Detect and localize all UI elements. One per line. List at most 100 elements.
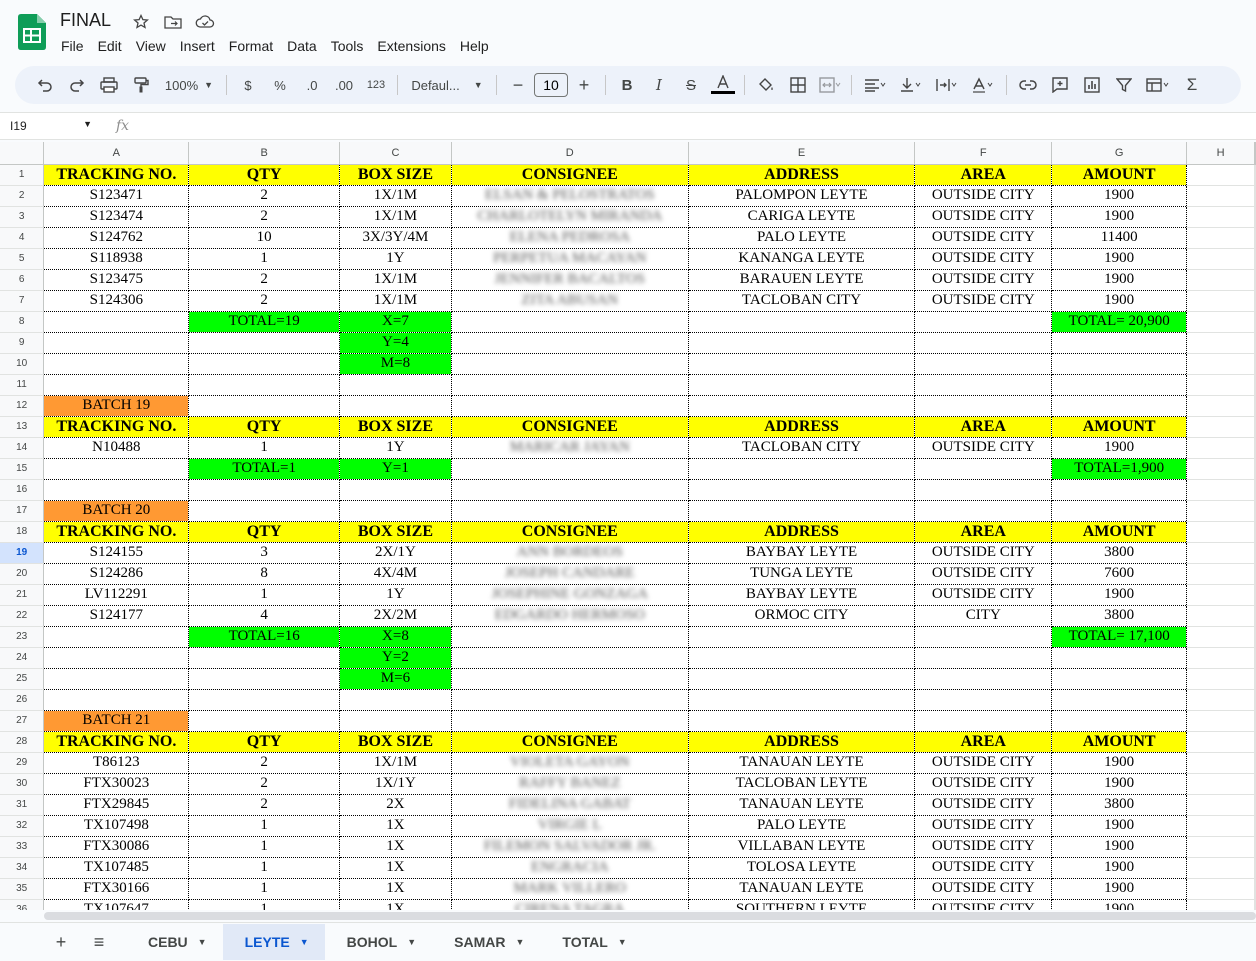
cell[interactable]: MARK VILLERO <box>451 878 689 900</box>
cell[interactable]: TUNGA LEYTE <box>688 563 916 585</box>
cell[interactable]: TRACKING NO. <box>43 416 190 438</box>
cell[interactable]: PALO LEYTE <box>688 815 916 837</box>
cell[interactable]: 1900 <box>1051 836 1188 858</box>
cell[interactable]: M=6 <box>339 668 452 690</box>
row-header[interactable]: 30 <box>0 773 45 795</box>
cell[interactable] <box>914 668 1053 690</box>
cell[interactable]: 2 <box>188 773 340 795</box>
row-header[interactable]: 3 <box>0 206 45 228</box>
horizontal-align-icon[interactable] <box>857 71 893 99</box>
cell[interactable]: 2X <box>339 794 452 816</box>
cell[interactable] <box>1186 647 1255 669</box>
font-size-decrease-button[interactable]: − <box>502 71 534 99</box>
cell[interactable] <box>1186 164 1255 186</box>
cell[interactable] <box>1186 542 1255 564</box>
cell[interactable] <box>1254 794 1256 816</box>
cell[interactable]: 1 <box>188 857 340 879</box>
cell[interactable]: 3800 <box>1051 605 1188 627</box>
row-header[interactable]: 2 <box>0 185 45 207</box>
cell[interactable] <box>339 689 452 711</box>
cell[interactable] <box>188 332 340 354</box>
row-header[interactable]: 12 <box>0 395 45 417</box>
cell[interactable]: 2X/1Y <box>339 542 452 564</box>
cell[interactable]: MARICAR JAYAN <box>451 437 689 459</box>
cell[interactable]: 10 <box>188 227 340 249</box>
cell[interactable]: KANANGA LEYTE <box>688 248 916 270</box>
cell[interactable]: 3800 <box>1051 794 1188 816</box>
cell[interactable]: 1X <box>339 836 452 858</box>
cell[interactable] <box>1254 248 1256 270</box>
cell[interactable] <box>339 710 452 732</box>
row-header[interactable]: 21 <box>0 584 45 606</box>
cell[interactable]: S124762 <box>43 227 190 249</box>
cell[interactable] <box>188 689 340 711</box>
cell[interactable]: S123474 <box>43 206 190 228</box>
cell[interactable] <box>1254 731 1256 753</box>
chevron-down-icon[interactable]: ▼ <box>407 937 416 947</box>
row-header[interactable]: 13 <box>0 416 45 438</box>
star-icon[interactable] <box>130 11 152 33</box>
cell[interactable]: TACLOBAN CITY <box>688 290 916 312</box>
cell[interactable]: X=8 <box>339 626 452 648</box>
cell[interactable] <box>1186 290 1255 312</box>
cell[interactable]: CONSIGNEE <box>451 164 689 186</box>
cell[interactable]: OUTSIDE CITY <box>914 437 1053 459</box>
cell[interactable] <box>451 668 689 690</box>
cell[interactable]: OUTSIDE CITY <box>914 290 1053 312</box>
chevron-down-icon[interactable]: ▼ <box>618 937 627 947</box>
row-header[interactable]: 10 <box>0 353 45 375</box>
bold-icon[interactable]: B <box>611 71 643 99</box>
cell[interactable] <box>1186 626 1255 648</box>
cell[interactable] <box>914 311 1053 333</box>
cell[interactable] <box>1186 395 1255 417</box>
cell[interactable] <box>1186 584 1255 606</box>
cell[interactable] <box>43 626 190 648</box>
cell[interactable]: ADDRESS <box>688 731 916 753</box>
cell[interactable]: S124155 <box>43 542 190 564</box>
cell[interactable] <box>688 332 916 354</box>
cell[interactable] <box>1186 731 1255 753</box>
cell[interactable] <box>1254 290 1256 312</box>
row-header[interactable]: 4 <box>0 227 45 249</box>
cell[interactable] <box>1254 311 1256 333</box>
cell[interactable]: 7600 <box>1051 563 1188 585</box>
cell[interactable] <box>339 500 452 522</box>
text-color-icon[interactable] <box>707 71 739 99</box>
cell[interactable] <box>451 710 689 732</box>
cell[interactable] <box>688 458 916 480</box>
cell[interactable] <box>1051 353 1188 375</box>
cell[interactable]: CONSIGNEE <box>451 416 689 438</box>
cell[interactable]: TX107647 <box>43 899 190 910</box>
cell[interactable] <box>1254 710 1256 732</box>
column-header-e[interactable]: E <box>688 142 916 165</box>
cell[interactable]: PALO LEYTE <box>688 227 916 249</box>
cell[interactable]: CHARLOTELYN MIRANDA <box>451 206 689 228</box>
cell[interactable] <box>1254 815 1256 837</box>
filter-icon[interactable] <box>1108 71 1140 99</box>
horizontal-scrollbar[interactable] <box>44 912 1256 920</box>
cell[interactable]: TRACKING NO. <box>43 164 190 186</box>
cell[interactable]: OUTSIDE CITY <box>914 227 1053 249</box>
cell[interactable]: BOX SIZE <box>339 416 452 438</box>
row-header[interactable]: 28 <box>0 731 45 753</box>
cell[interactable]: CONSIGNEE <box>451 521 689 543</box>
row-header[interactable]: 31 <box>0 794 45 816</box>
row-header[interactable]: 7 <box>0 290 45 312</box>
row-header[interactable]: 9 <box>0 332 45 354</box>
row-header[interactable]: 16 <box>0 479 45 501</box>
sheets-logo-icon[interactable] <box>18 14 46 50</box>
cell[interactable] <box>1254 605 1256 627</box>
chevron-down-icon[interactable]: ▼ <box>515 937 524 947</box>
cell[interactable] <box>1051 500 1188 522</box>
cell[interactable]: 1900 <box>1051 773 1188 795</box>
add-sheet-icon[interactable]: + <box>42 932 80 953</box>
cell[interactable]: N10488 <box>43 437 190 459</box>
cell[interactable]: 1900 <box>1051 206 1188 228</box>
cell[interactable]: 3X/3Y/4M <box>339 227 452 249</box>
cell[interactable] <box>1186 500 1255 522</box>
tab-total[interactable]: TOTAL ▼ <box>540 924 642 960</box>
cell[interactable] <box>43 353 190 375</box>
cell[interactable]: RAFFY BANEZ <box>451 773 689 795</box>
cell[interactable] <box>914 395 1053 417</box>
cell[interactable]: 1900 <box>1051 899 1188 910</box>
